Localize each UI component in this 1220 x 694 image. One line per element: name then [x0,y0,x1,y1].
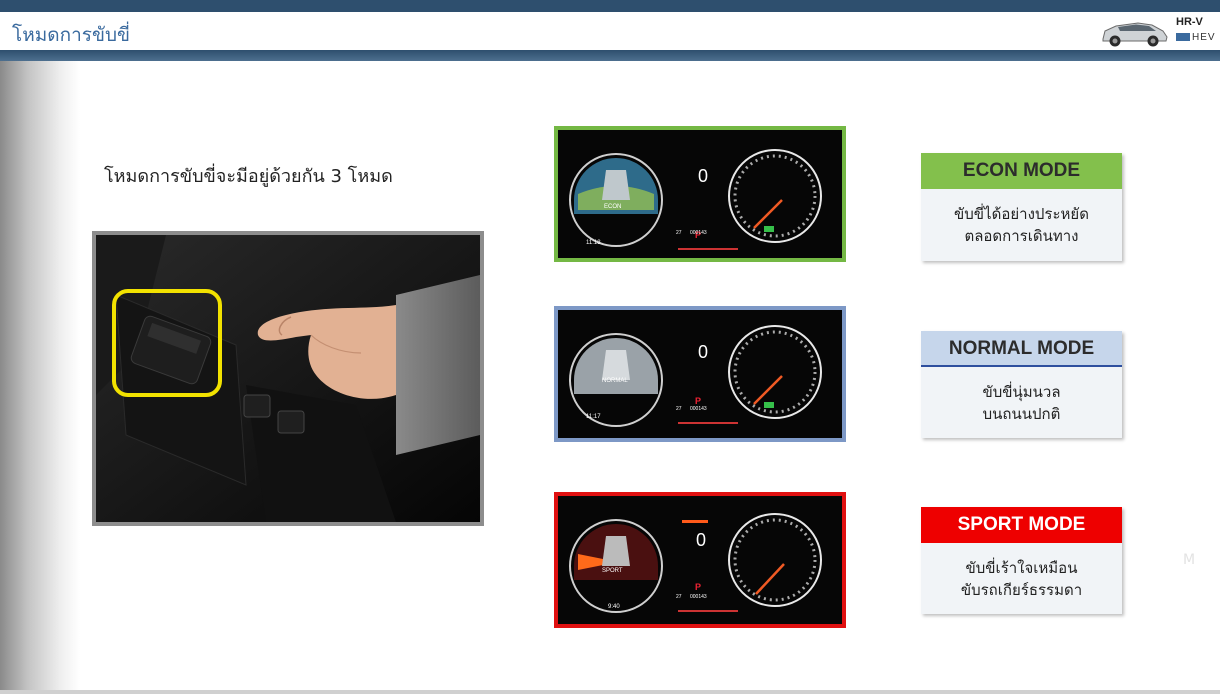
hybrid-badge-icon [1176,33,1190,41]
sport-cluster-mode: SPORT [602,568,623,574]
intro-text: โหมดการขับขี่จะมีอยู่ด้วยกัน 3 โหมด [104,166,393,187]
bottom-border [0,690,1220,694]
normal-cluster-temp: 27 [676,406,682,412]
brand-variant: HEV [1176,32,1216,43]
brand-logo: HR-V HEV [1100,13,1220,49]
normal-mode-line2: บนถนนปกติ [982,405,1061,423]
sport-cluster-image: SPORT 9:40 0 P 27 000143 [554,492,846,628]
sport-cluster-gear: P [695,582,701,592]
econ-mode-card: ECON MODE ขับขี่ได้อย่างประหยัด ตลอดการเ… [921,153,1122,261]
econ-mode-line2: ตลอดการเดินทาง [964,227,1079,245]
left-gradient-band [0,61,80,691]
sport-cluster-odo: 000143 [690,594,707,600]
top-bar [0,0,1220,12]
sport-cluster-temp: 27 [676,594,682,600]
page-title: โหมดการขับขี่ [12,24,131,46]
econ-mode-line1: ขับขี่ได้อย่างประหยัด [954,205,1089,223]
econ-mode-description: ขับขี่ได้อย่างประหยัด ตลอดการเดินทาง [921,189,1122,247]
econ-cluster-temp: 27 [676,230,682,236]
header: โหมดการขับขี่ [0,12,1220,50]
normal-mode-description: ขับขี่นุ่มนวล บนถนนปกติ [921,367,1122,425]
drive-mode-switch-photo [92,231,484,526]
normal-cluster-gear: P [695,396,701,406]
photo-illustration [96,235,480,522]
sport-mode-line1: ขับขี่เร้าใจเหมือน [965,559,1078,577]
brand-variant-text: HEV [1192,32,1216,43]
slide-watermark: M [1183,552,1196,568]
sport-cluster-time: 9:40 [608,604,620,610]
normal-cluster-mode: NORMAL [602,378,628,384]
normal-mode-card: NORMAL MODE ขับขี่นุ่มนวล บนถนนปกติ [921,331,1122,438]
normal-mode-title: NORMAL MODE [921,331,1122,367]
normal-cluster-image: NORMAL 11:17 0 P 27 000143 [554,306,846,442]
econ-cluster-mode: ECON [604,204,621,210]
car-icon [1102,22,1168,47]
sport-mode-line2: ขับรถเกียร์ธรรมดา [960,581,1083,599]
econ-cluster-time: 11:18 [586,240,601,246]
normal-cluster-odo: 000143 [690,406,707,412]
sport-cluster-speed: 0 [696,530,706,550]
sport-mode-description: ขับขี่เร้าใจเหมือน ขับรถเกียร์ธรรมดา [921,543,1122,601]
header-rule [0,50,1220,61]
normal-cluster-time: 11:17 [586,414,601,420]
normal-cluster-speed: 0 [698,342,708,362]
econ-cluster-speed: 0 [698,166,708,186]
econ-cluster-odo: 000143 [690,230,707,236]
econ-mode-title: ECON MODE [921,153,1122,189]
econ-cluster-image: ECON 11:18 0 P 27 000143 [554,126,846,262]
sport-mode-title: SPORT MODE [921,507,1122,543]
sport-mode-card: SPORT MODE ขับขี่เร้าใจเหมือน ขับรถเกียร… [921,507,1122,614]
brand-model: HR-V [1176,16,1203,28]
normal-mode-line1: ขับขี่นุ่มนวล [982,383,1061,401]
